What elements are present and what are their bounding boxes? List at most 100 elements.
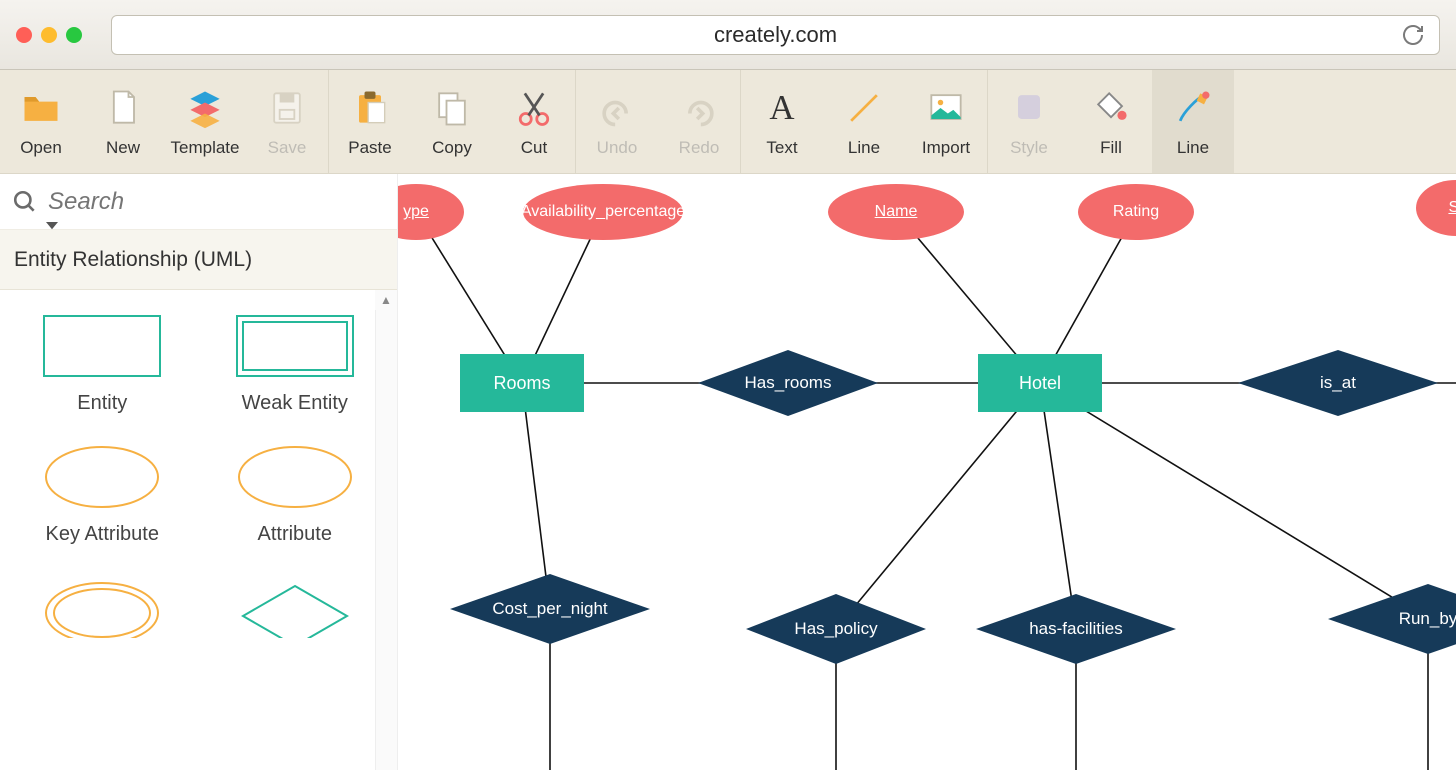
- sidebar-scrollbar[interactable]: [375, 290, 397, 770]
- tool-label: Undo: [597, 138, 638, 158]
- browser-chrome: creately.com: [0, 0, 1456, 70]
- import-button[interactable]: Import: [905, 70, 987, 173]
- relationship-label: Run_by: [1399, 609, 1456, 629]
- shape-weak-entity[interactable]: Weak Entity: [199, 314, 392, 415]
- tool-label: Import: [922, 138, 970, 158]
- tool-label: Save: [268, 138, 307, 158]
- paste-button[interactable]: Paste: [329, 70, 411, 173]
- attribute-type[interactable]: ype: [398, 184, 464, 240]
- toolbar: Open New Template Save Paste Copy Cut Undo Redo A…: [0, 70, 1456, 174]
- undo-icon: [594, 86, 640, 130]
- redo-icon: [676, 86, 722, 130]
- copy-icon: [429, 86, 475, 130]
- import-icon: [923, 86, 969, 130]
- cut-button[interactable]: Cut: [493, 70, 575, 173]
- search-row: [0, 174, 397, 230]
- cut-icon: [511, 86, 557, 130]
- shape-preview: [42, 445, 162, 509]
- tool-label: Line: [1177, 138, 1209, 158]
- line-icon: [841, 86, 887, 130]
- folder-icon: [18, 86, 64, 130]
- attribute-label: St: [1448, 199, 1456, 217]
- template-button[interactable]: Template: [164, 70, 246, 173]
- file-icon: [100, 86, 146, 130]
- shape-attribute[interactable]: Attribute: [199, 445, 392, 546]
- tool-label: Open: [20, 138, 62, 158]
- relationship-run_by[interactable]: Run_by: [1328, 584, 1456, 654]
- attribute-avail[interactable]: Availability_percentage: [523, 184, 683, 240]
- svg-text:A: A: [769, 88, 794, 127]
- tool-label: Paste: [348, 138, 391, 158]
- close-window-button[interactable]: [16, 27, 32, 43]
- attribute-label: Availability_percentage: [521, 203, 685, 221]
- search-input[interactable]: [48, 188, 385, 216]
- relationship-has_policy[interactable]: Has_policy: [746, 594, 926, 664]
- new-button[interactable]: New: [82, 70, 164, 173]
- tool-label: Style: [1010, 138, 1048, 158]
- tool-label: New: [106, 138, 140, 158]
- style-button: Style: [988, 70, 1070, 173]
- toolbar-group: Open New Template Save: [0, 70, 329, 173]
- reload-icon[interactable]: [1401, 23, 1425, 47]
- shape-key-attribute[interactable]: Key Attribute: [6, 445, 199, 546]
- pencil-icon: [1170, 86, 1216, 130]
- relationship-label: Has_policy: [794, 619, 877, 639]
- shape-preview: [42, 314, 162, 378]
- shape-entity[interactable]: Entity: [6, 314, 199, 415]
- save-icon: [264, 86, 310, 130]
- entity-label: Hotel: [1019, 373, 1061, 394]
- style-icon: [1006, 86, 1052, 130]
- relationship-is_at[interactable]: is_at: [1238, 350, 1438, 416]
- shape-preview: [235, 314, 355, 378]
- layers-icon: [182, 86, 228, 130]
- attribute-label: ype: [403, 203, 429, 221]
- tool-label: Cut: [521, 138, 547, 158]
- copy-button[interactable]: Copy: [411, 70, 493, 173]
- relationship-label: is_at: [1320, 373, 1356, 393]
- undo-button: Undo: [576, 70, 658, 173]
- text-icon: A: [759, 86, 805, 130]
- attribute-rating[interactable]: Rating: [1078, 184, 1194, 240]
- toolbar-group: Undo Redo: [576, 70, 741, 173]
- shape-label: Weak Entity: [242, 392, 348, 415]
- relationship-cost[interactable]: Cost_per_night: [450, 574, 650, 644]
- attribute-st[interactable]: St: [1416, 180, 1456, 236]
- entity-rooms[interactable]: Rooms: [460, 354, 584, 412]
- tool-label: Line: [848, 138, 880, 158]
- redo-button: Redo: [658, 70, 740, 173]
- shape-category-header[interactable]: Entity Relationship (UML): [0, 230, 397, 290]
- shape-relationship[interactable]: [199, 576, 392, 640]
- shape-preview: [235, 576, 355, 640]
- tool-label: Redo: [679, 138, 720, 158]
- relationship-has_facilities[interactable]: has-facilities: [976, 594, 1176, 664]
- relationship-label: has-facilities: [1029, 619, 1123, 639]
- shape-label: Key Attribute: [46, 523, 159, 546]
- relationship-label: Has_rooms: [745, 373, 832, 393]
- linestyle-button[interactable]: Line: [1152, 70, 1234, 173]
- open-button[interactable]: Open: [0, 70, 82, 173]
- toolbar-group: Style Fill Line: [988, 70, 1234, 173]
- tool-label: Template: [171, 138, 240, 158]
- line-button[interactable]: Line: [823, 70, 905, 173]
- relationship-label: Cost_per_night: [492, 599, 607, 619]
- scroll-up-button[interactable]: ▲: [375, 290, 397, 310]
- minimize-window-button[interactable]: [41, 27, 57, 43]
- diagram-canvas[interactable]: ype Availability_percentage Name Rating St Ro…: [398, 174, 1456, 770]
- fill-button[interactable]: Fill: [1070, 70, 1152, 173]
- dropdown-caret-icon[interactable]: [46, 222, 58, 234]
- tool-label: Fill: [1100, 138, 1122, 158]
- attribute-label: Rating: [1113, 203, 1159, 221]
- tool-label: Text: [766, 138, 797, 158]
- window-controls: [16, 27, 82, 43]
- shape-preview: [235, 445, 355, 509]
- entity-hotel[interactable]: Hotel: [978, 354, 1102, 412]
- relationship-has_rooms[interactable]: Has_rooms: [698, 350, 878, 416]
- shape-multivalued[interactable]: [6, 576, 199, 640]
- maximize-window-button[interactable]: [66, 27, 82, 43]
- attribute-name[interactable]: Name: [828, 184, 964, 240]
- url-bar[interactable]: creately.com: [111, 15, 1440, 55]
- shape-label: Attribute: [258, 523, 332, 546]
- fill-icon: [1088, 86, 1134, 130]
- toolbar-group: A Text Line Import: [741, 70, 988, 173]
- text-button[interactable]: A Text: [741, 70, 823, 173]
